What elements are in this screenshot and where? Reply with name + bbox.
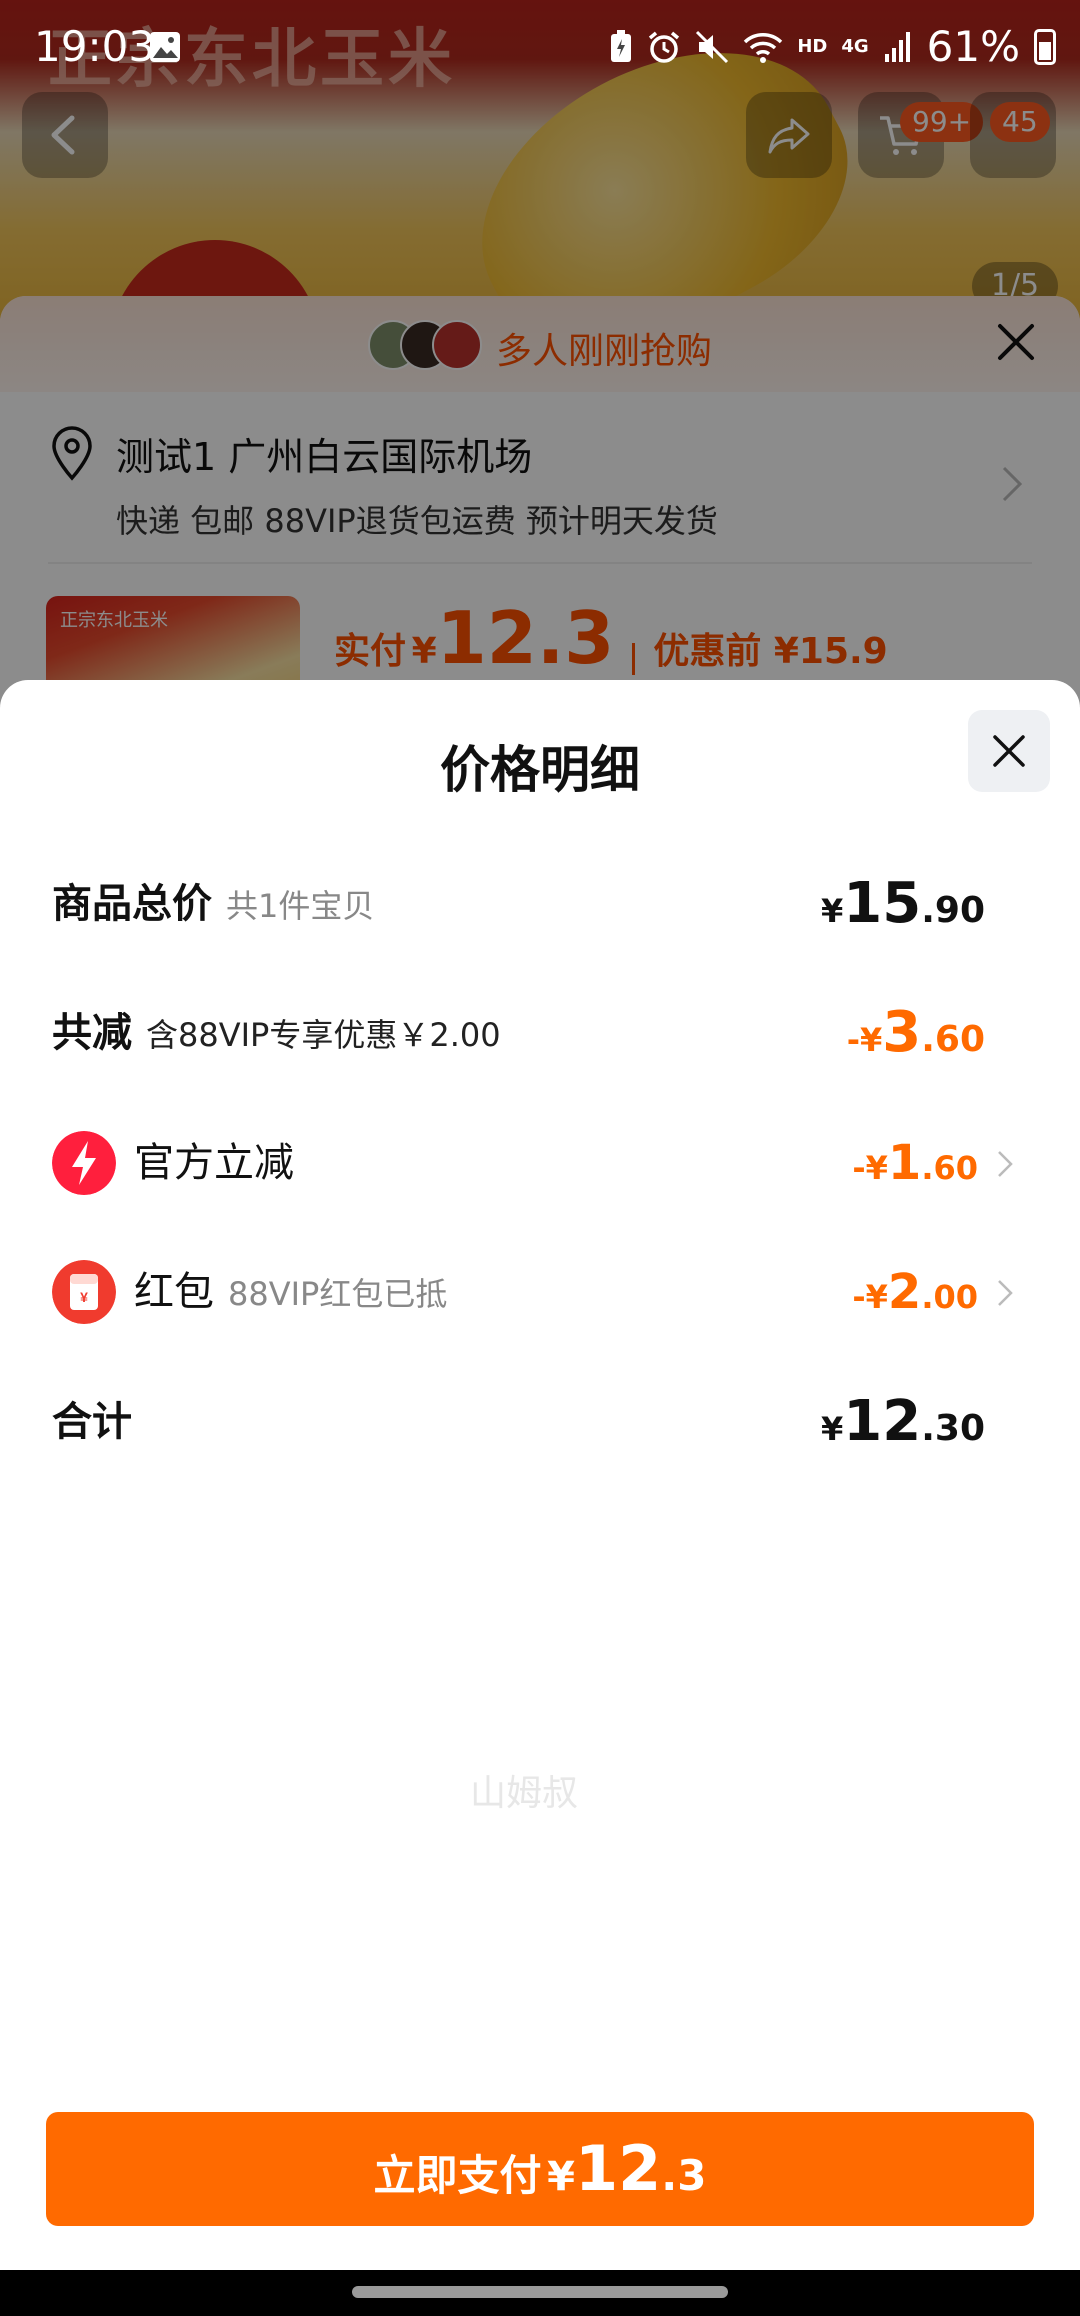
total-discount-label: 共减 [52,1010,132,1056]
image-notification-icon [150,32,180,62]
subtotal-amount: ¥15.90 [821,871,985,936]
signal-icon [884,31,910,62]
official-discount-row[interactable]: 官方立减 -¥1.60 [0,1123,1080,1203]
network-hd: HD [797,36,828,57]
subtotal-label: 商品总价 [52,881,212,927]
home-gesture-pill[interactable] [352,2286,728,2298]
vip-discount-note: 含88VIP专享优惠￥2.00 [146,1016,501,1054]
total-amount: ¥12.30 [821,1389,985,1454]
official-discount-label: 官方立减 [134,1140,294,1186]
close-icon [993,735,1025,767]
battery-percent: 61% [926,22,1020,71]
red-packet-row[interactable]: ¥ 红包 88VIP红包已抵 -¥2.00 [0,1252,1080,1332]
red-packet-label: 红包 [134,1269,214,1315]
official-discount-amount: -¥1.60 [852,1135,978,1191]
total-row: 合计 ¥12.30 [0,1382,1080,1462]
red-packet-note: 88VIP红包已抵 [228,1275,448,1313]
red-packet-amount: -¥2.00 [852,1264,978,1320]
total-label: 合计 [52,1399,132,1445]
price-detail-sheet: 价格明细 商品总价 共1件宝贝 ¥15.90 共减 含88VIP专享优惠￥2.00 … [0,680,1080,2270]
network-type: 4G [841,36,869,57]
red-packet-icon: ¥ [52,1260,116,1324]
wifi-icon [744,32,783,63]
status-time: 19:03 [34,22,156,71]
chevron-right-icon [998,1280,1013,1306]
total-discount-amount: -¥3.60 [846,1000,985,1065]
battery-icon [1034,28,1056,65]
svg-text:¥: ¥ [80,1289,88,1305]
chevron-right-icon [998,1151,1013,1177]
subtotal-row: 商品总价 共1件宝贝 ¥15.90 [0,864,1080,944]
pay-now-label: 立即支付 [373,2151,542,2200]
watermark: 山姆叔 [470,1773,579,1814]
item-count: 共1件宝贝 [226,887,375,925]
lightning-icon [52,1131,116,1195]
mute-icon [696,30,729,63]
sheet-title: 价格明细 [440,741,640,799]
total-discount-row: 共减 含88VIP专享优惠￥2.00 -¥3.60 [0,993,1080,1073]
close-button[interactable] [968,710,1050,792]
alarm-icon [649,31,680,63]
battery-saver-icon [611,29,632,62]
pay-now-button[interactable]: 立即支付 ¥12.3 [46,2112,1034,2226]
status-icons: HD 4G 61% [609,22,1056,71]
status-bar: 19:03 HD 4G 61% [0,0,1080,96]
navigation-bar [0,2270,1080,2316]
